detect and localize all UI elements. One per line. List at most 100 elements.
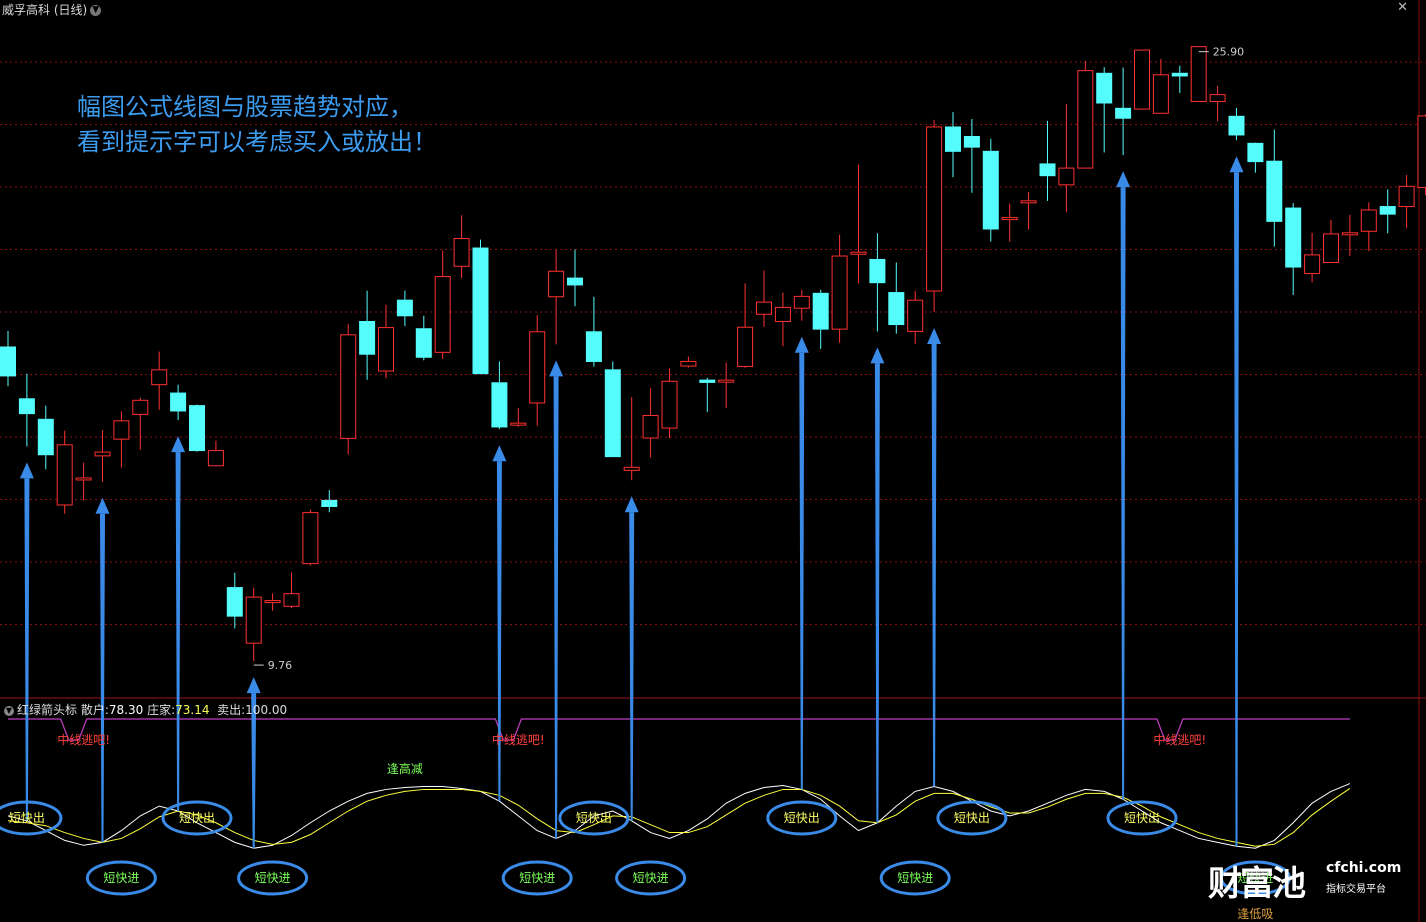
signal-label: 逢高减 [387, 761, 423, 776]
candle [37, 405, 54, 470]
candle [415, 315, 432, 361]
candle-body [1134, 49, 1150, 110]
candle-body [1304, 254, 1321, 275]
candle-body [793, 295, 810, 309]
arrow-head [549, 360, 564, 377]
candle [226, 572, 243, 629]
candle-body [491, 382, 508, 428]
candle-body [1228, 115, 1245, 136]
signal-label: 短快出 [558, 800, 630, 836]
signal-arrow [492, 445, 507, 802]
candle [132, 397, 149, 450]
candle [926, 119, 943, 312]
arrow-head [246, 677, 261, 694]
arrow-head [19, 462, 34, 479]
candle-body [207, 450, 224, 467]
candle-body [0, 346, 16, 377]
candle [189, 404, 205, 452]
candle [963, 118, 980, 193]
candle [1398, 174, 1415, 229]
candle [396, 290, 413, 327]
high-label: 25.90 [1213, 46, 1245, 59]
candle-body [718, 379, 735, 383]
candle-body [567, 277, 583, 286]
signal-arrow [95, 497, 110, 843]
candle-body [151, 369, 168, 386]
dealer-value: 73.14 [175, 703, 210, 717]
candle [850, 164, 867, 284]
candle [642, 388, 659, 458]
close-icon[interactable]: ✕ [1397, 0, 1408, 15]
candle-body [226, 587, 243, 617]
candle-body [774, 306, 791, 322]
signal-text: 中线逃吧! [492, 732, 545, 747]
candle [245, 587, 262, 662]
signal-text: 短快出 [9, 811, 45, 825]
candle-body [189, 405, 205, 452]
candle [869, 233, 886, 332]
signal-arrow [549, 360, 564, 839]
arrow-head [492, 445, 507, 462]
dealer-label: 庄家: [147, 703, 176, 717]
candle [831, 234, 848, 343]
chevron-down-icon[interactable]: ▼ [4, 705, 14, 716]
arrow-head [171, 436, 186, 453]
candle [982, 138, 999, 242]
candle [264, 593, 281, 611]
candle [699, 377, 716, 413]
candle-body [699, 379, 716, 383]
candle-body [94, 451, 111, 457]
candle [604, 361, 621, 458]
candle [812, 289, 829, 349]
candle-body [529, 331, 546, 404]
signal-text: 短快出 [1124, 811, 1160, 825]
candle-body [1209, 94, 1226, 102]
candle-body [1001, 217, 1018, 221]
candle [945, 112, 961, 178]
indicator-name: 红绿箭头标 [17, 703, 78, 717]
candle-body [680, 360, 697, 367]
chevron-down-icon[interactable]: ▼ [90, 5, 102, 16]
arrow-shaft [1234, 172, 1239, 847]
candle-body [132, 399, 149, 415]
candle [661, 368, 678, 438]
candle [1001, 203, 1018, 242]
chart-title-bar[interactable]: 威孚高科 (日线) ▼ [2, 1, 102, 18]
signal-text: 短快出 [576, 811, 612, 825]
signal-label: 中线逃吧! [492, 732, 545, 747]
candle [1077, 61, 1094, 169]
signal-label: 短快出 [0, 800, 63, 836]
candle-body [963, 135, 980, 148]
candle-body [1039, 163, 1056, 177]
signal-text: 短快进 [897, 871, 933, 885]
candle [585, 296, 602, 367]
candle [1020, 192, 1037, 230]
candle-body [1360, 209, 1377, 232]
arrow-head [1229, 156, 1244, 173]
candle [453, 215, 470, 279]
candle [113, 411, 130, 468]
candle [170, 384, 187, 421]
candle-body [812, 292, 829, 330]
arrow-shaft [100, 513, 105, 843]
candle [56, 430, 73, 514]
sell-ceiling-line [8, 718, 1350, 741]
candle-body [18, 398, 35, 415]
candle-body [1058, 167, 1075, 186]
candle [1247, 142, 1264, 173]
candle-body [1379, 206, 1396, 215]
signal-label: 短快进 [615, 860, 687, 896]
candle-body [37, 418, 54, 456]
signal-label: 短快进 [501, 860, 573, 896]
candle [1134, 49, 1150, 110]
signal-text: 短快进 [255, 871, 291, 885]
candle-body [1417, 115, 1426, 188]
stock-title: 威孚高科 (日线) [2, 3, 88, 17]
candle [283, 572, 300, 609]
candle-body [56, 444, 73, 506]
candle-body [623, 466, 640, 471]
candle [94, 430, 111, 482]
candle-body [661, 380, 678, 429]
candle [302, 509, 319, 566]
candle-body [850, 251, 867, 255]
